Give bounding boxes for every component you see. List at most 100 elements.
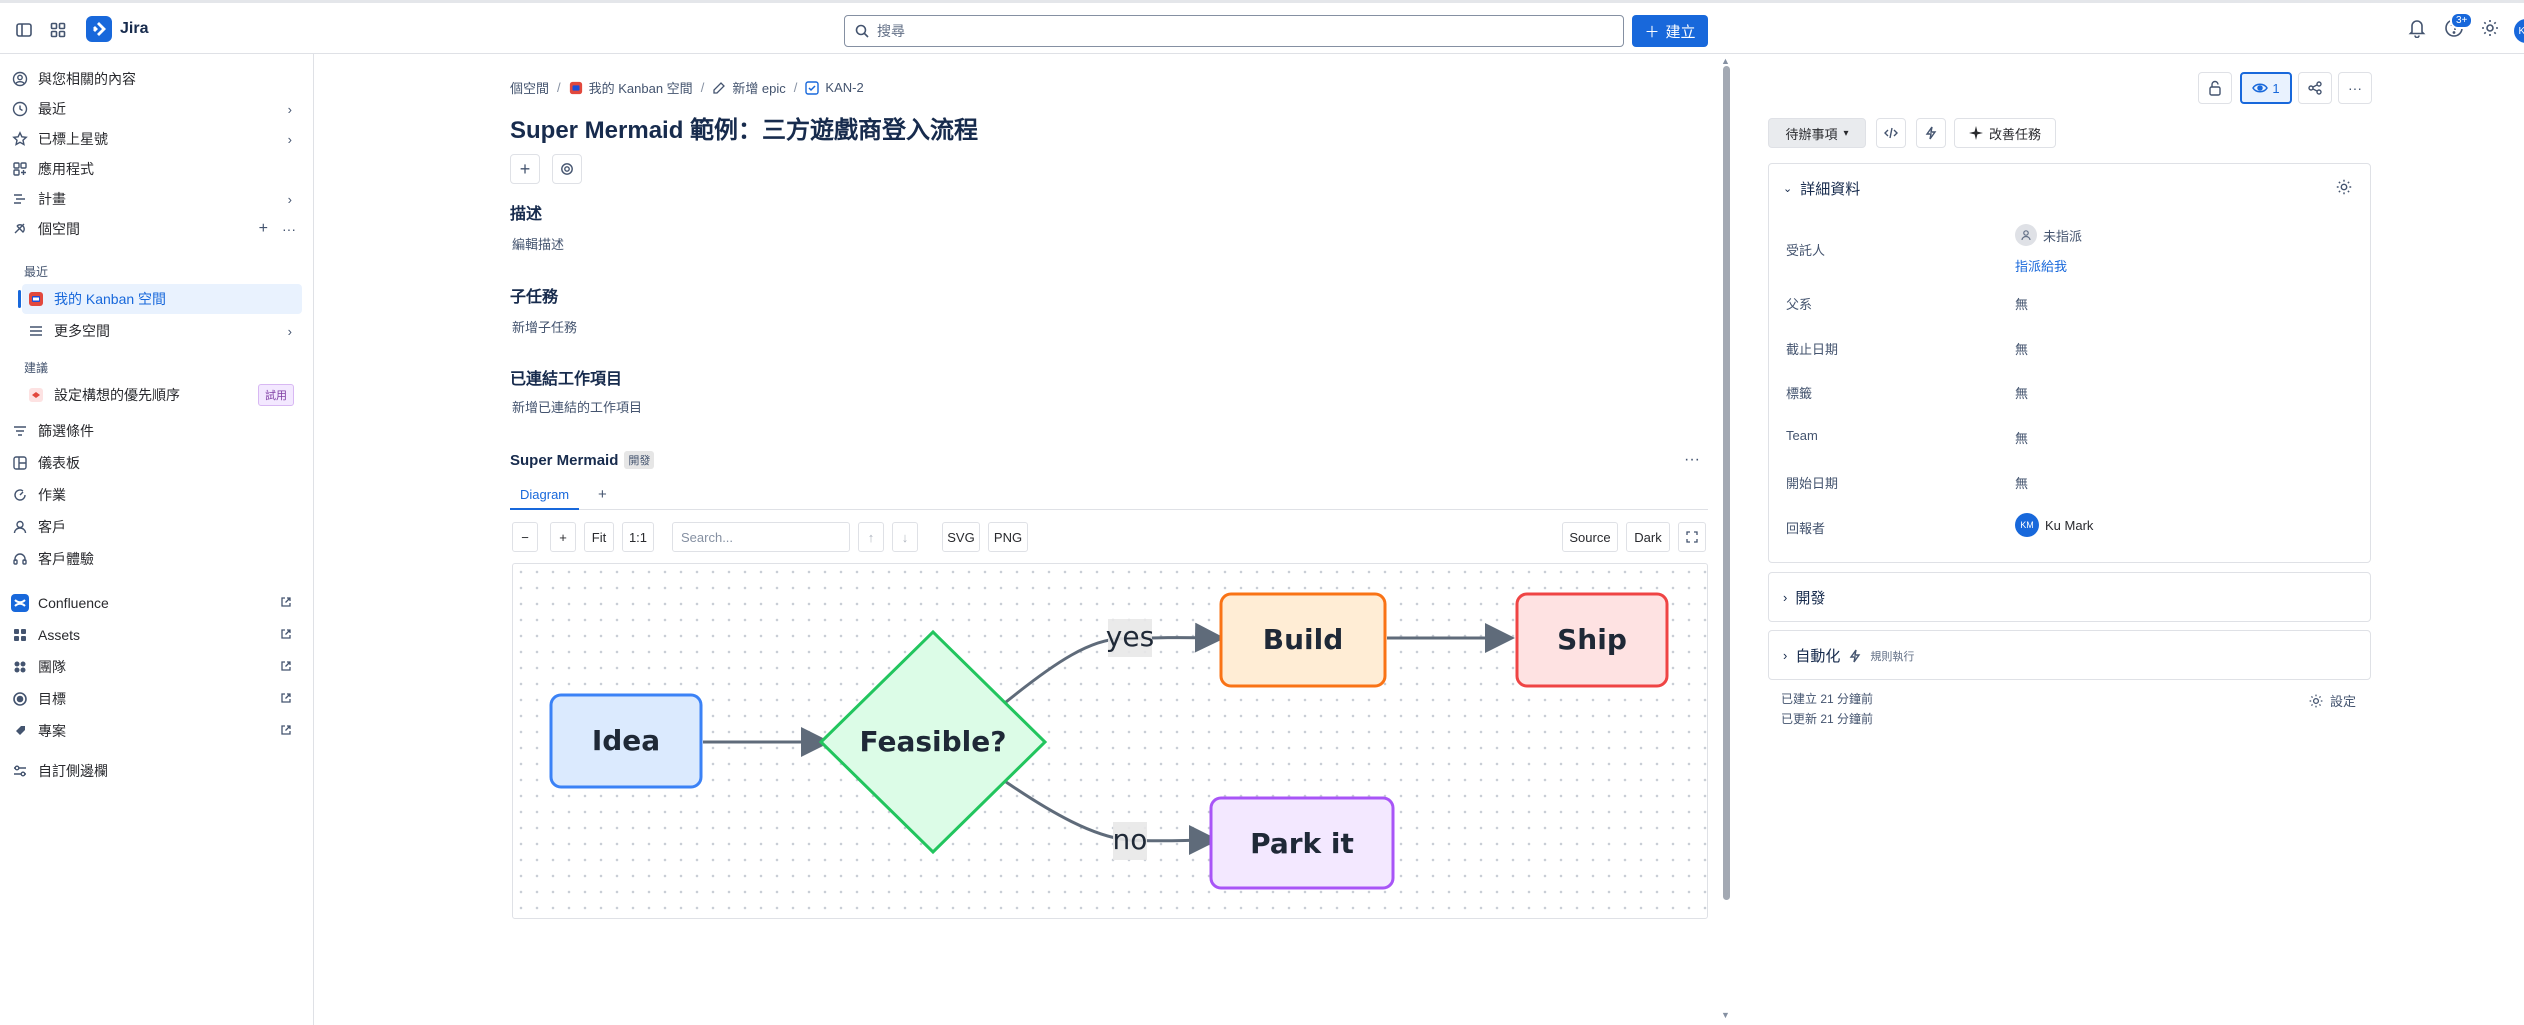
sidebar-item-plans[interactable]: 計畫 ›: [10, 184, 302, 214]
sidebar-item-customer-experience[interactable]: 客戶體驗: [10, 544, 302, 574]
add-subtask-link[interactable]: 新增子任務: [512, 317, 577, 336]
sidebar-app-projects[interactable]: 專案: [10, 716, 302, 746]
breadcrumb-kanban-space[interactable]: 我的 Kanban 空間: [589, 78, 693, 97]
dev-badge: 開發: [624, 451, 655, 469]
sidebar-app-teams[interactable]: 團隊: [10, 652, 302, 682]
watch-button[interactable]: 1: [2240, 72, 2292, 104]
external-link-icon: [280, 723, 292, 739]
node-ship-label: Ship: [1557, 623, 1627, 656]
fullscreen-button[interactable]: [1678, 522, 1706, 552]
user-avatar[interactable]: KM: [2514, 19, 2524, 43]
spaces-icon: [10, 219, 30, 239]
fullscreen-icon: [1686, 531, 1698, 543]
edge-feasible-park: [1005, 780, 1219, 856]
goals-icon: [10, 689, 30, 709]
lightning-icon: [1848, 649, 1862, 663]
sidebar-toggle-icon[interactable]: [12, 18, 36, 42]
details-heading[interactable]: ⌄ 詳細資料: [1783, 178, 1860, 199]
tab-diagram[interactable]: Diagram: [510, 484, 580, 510]
diagram-search-input[interactable]: [672, 522, 850, 552]
assign-to-me-link[interactable]: 指派給我: [2015, 256, 2067, 275]
export-svg-button[interactable]: SVG: [942, 522, 980, 552]
sidebar-item-prioritize-ideas[interactable]: 設定構想的優先順序 試用: [22, 380, 302, 410]
labels-value[interactable]: 無: [2015, 383, 2028, 402]
sidebar-item-operations[interactable]: 作業: [10, 480, 302, 510]
dark-mode-button[interactable]: Dark: [1626, 522, 1670, 552]
export-png-button[interactable]: PNG: [988, 522, 1028, 552]
sidebar-customize[interactable]: 自訂側邊欄: [10, 756, 302, 786]
add-tab-button[interactable]: +: [598, 486, 607, 503]
add-space-icon[interactable]: +: [259, 220, 268, 238]
improve-task-button[interactable]: 改善任務: [1954, 118, 2056, 148]
add-button[interactable]: +: [510, 154, 540, 184]
create-button[interactable]: ＋建立: [1632, 15, 1708, 47]
sidebar-item-kanban-space[interactable]: 我的 Kanban 空間: [22, 284, 302, 314]
more-options-icon: ···: [2348, 80, 2362, 96]
zoom-out-button[interactable]: −: [512, 522, 538, 552]
share-button[interactable]: [2298, 72, 2332, 104]
sidebar-item-dashboards[interactable]: 儀表板: [10, 448, 302, 478]
sidebar-item-filters[interactable]: 篩選條件: [10, 416, 302, 446]
scroll-down-arrow[interactable]: ▼: [1721, 1010, 1730, 1020]
search-box[interactable]: [844, 15, 1624, 47]
parent-value[interactable]: 無: [2015, 294, 2028, 313]
updated-timestamp: 已更新 21 分鐘前: [1781, 712, 1874, 726]
apps-gear-button[interactable]: [552, 154, 582, 184]
status-dropdown[interactable]: 待辦事項 ▾: [1768, 118, 1866, 148]
team-value[interactable]: 無: [2015, 428, 2028, 447]
search-prev-button[interactable]: ↑: [858, 522, 884, 552]
app-switcher-icon[interactable]: [46, 18, 70, 42]
top-navigation: Jira ＋建立 3+ KM: [0, 0, 2524, 54]
restrict-button[interactable]: [2198, 72, 2232, 104]
chevron-right-icon: ›: [287, 101, 292, 117]
notifications-icon[interactable]: [2408, 18, 2426, 38]
sidebar-item-customers[interactable]: 客戶: [10, 512, 302, 542]
breadcrumb-issue-key[interactable]: KAN-2: [825, 80, 863, 95]
flowchart-diagram: yes no Idea Feasible? Build Ship Park it: [549, 592, 1669, 890]
search-icon: [855, 24, 869, 38]
configure-button[interactable]: 設定: [2308, 691, 2356, 710]
more-actions-button[interactable]: ···: [2338, 72, 2372, 104]
chevron-right-icon: ›: [287, 131, 292, 147]
sidebar-app-goals[interactable]: 目標: [10, 684, 302, 714]
due-date-value[interactable]: 無: [2015, 339, 2028, 358]
start-date-value[interactable]: 無: [2015, 473, 2028, 492]
settings-gear-icon[interactable]: [2480, 18, 2500, 38]
assignee-value[interactable]: 未指派: [2015, 224, 2082, 246]
jira-brand[interactable]: Jira: [86, 16, 148, 42]
source-button[interactable]: Source: [1562, 522, 1618, 552]
scroll-up-arrow[interactable]: ▲: [1721, 56, 1730, 66]
sidebar-app-assets[interactable]: Assets: [10, 620, 302, 650]
description-editor[interactable]: 編輯描述: [512, 234, 564, 253]
sidebar-item-recent[interactable]: 最近 ›: [10, 94, 302, 124]
chevron-down-icon: ▾: [1843, 127, 1849, 139]
fit-button[interactable]: Fit: [584, 522, 614, 552]
gear-icon[interactable]: [2335, 178, 2353, 196]
sidebar-item-spaces[interactable]: 個空間 + ···: [10, 214, 302, 244]
development-panel[interactable]: › 開發: [1768, 572, 2371, 622]
page-title[interactable]: Super Mermaid 範例：三方遊戲商登入流程: [510, 110, 978, 145]
teams-icon: [10, 657, 30, 677]
sidebar-item-starred[interactable]: 已標上星號 ›: [10, 124, 302, 154]
sidebar-item-more-spaces[interactable]: 更多空間 ›: [22, 316, 302, 346]
main-scrollbar[interactable]: [1723, 66, 1730, 900]
actual-size-button[interactable]: 1:1: [622, 522, 654, 552]
automation-button[interactable]: [1916, 118, 1946, 148]
breadcrumb-spaces[interactable]: 個空間: [510, 78, 549, 97]
sidebar-app-confluence[interactable]: Confluence: [10, 588, 302, 618]
sparkle-icon: [1968, 126, 1983, 140]
dev-tools-button[interactable]: [1876, 118, 1906, 148]
search-input[interactable]: [877, 23, 1577, 39]
more-options-icon[interactable]: ···: [282, 221, 296, 237]
add-linked-item-link[interactable]: 新增已連結的工作項目: [512, 397, 642, 416]
sidebar-item-apps[interactable]: 應用程式: [10, 154, 302, 184]
sidebar-item-for-you[interactable]: 與您相關的內容: [10, 64, 302, 94]
try-badge[interactable]: 試用: [258, 384, 294, 406]
more-options-icon[interactable]: ···: [1684, 451, 1700, 469]
zoom-in-button[interactable]: +: [550, 522, 576, 552]
search-next-button[interactable]: ↓: [892, 522, 918, 552]
automation-panel[interactable]: › 自動化 規則執行: [1768, 630, 2371, 680]
reporter-value[interactable]: KM Ku Mark: [2015, 513, 2093, 537]
breadcrumb-epic[interactable]: 新增 epic: [732, 78, 785, 97]
diagram-canvas[interactable]: yes no Idea Feasible? Build Ship Park it: [512, 563, 1708, 919]
